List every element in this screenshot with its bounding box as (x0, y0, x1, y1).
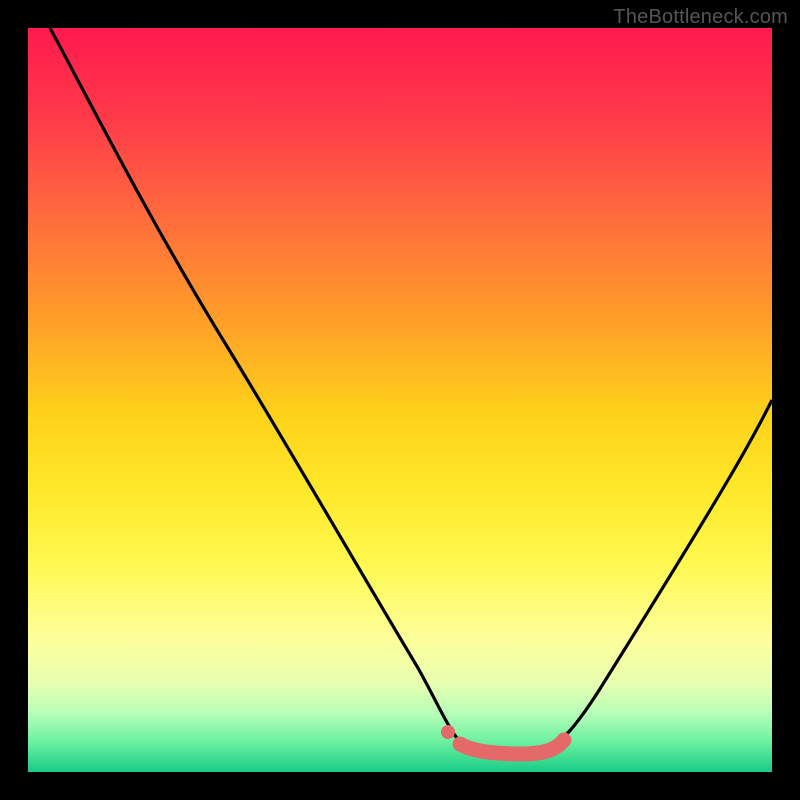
bottleneck-curve (50, 28, 772, 752)
curve-layer (28, 28, 772, 772)
chart-frame: TheBottleneck.com (0, 0, 800, 800)
optimum-start-dot (441, 725, 455, 739)
optimum-range-bar (460, 740, 564, 754)
watermark-text: TheBottleneck.com (613, 6, 788, 29)
plot-area (28, 28, 772, 772)
